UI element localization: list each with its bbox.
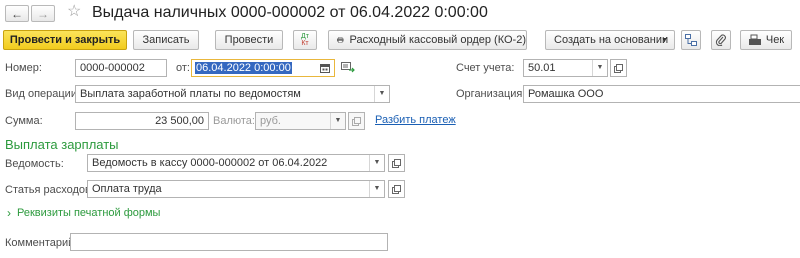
back-button[interactable]: ←: [5, 5, 29, 22]
comment-label: Комментарий:: [5, 237, 78, 249]
currency-open-button: [348, 112, 365, 130]
create-based-on-label: Создать на основании: [554, 34, 669, 46]
arrow-left-icon: ←: [11, 6, 23, 21]
account-open-button[interactable]: [610, 59, 627, 77]
print-form-details-toggle[interactable]: › Реквизиты печатной формы: [7, 206, 160, 220]
statement-label: Ведомость:: [5, 158, 64, 170]
statement-field[interactable]: Ведомость в кассу 0000-000002 от 06.04.2…: [87, 154, 385, 172]
date-field[interactable]: 06.04.2022 0:00:00: [191, 59, 335, 77]
operation-dropdown-button[interactable]: ▼: [374, 86, 389, 102]
currency-dropdown-button: ▼: [330, 113, 345, 129]
date-insert-icon: [341, 62, 355, 73]
organization-field[interactable]: Ромашка ООО: [523, 85, 800, 103]
attach-file-button[interactable]: [711, 30, 731, 50]
favorite-star-icon[interactable]: ☆: [67, 3, 81, 21]
split-payment-link[interactable]: Разбить платеж: [375, 114, 456, 126]
chevron-down-icon: ▼: [334, 117, 342, 124]
expense-item-open-button[interactable]: [388, 180, 405, 198]
document-structure-icon: [685, 34, 697, 46]
operation-field[interactable]: Выплата заработной платы по ведомостям ▼: [75, 85, 390, 103]
operation-value: Выплата заработной платы по ведомостям: [80, 88, 301, 100]
calendar-icon: [320, 64, 330, 73]
open-window-icon: [392, 158, 401, 168]
operation-label: Вид операции:: [5, 88, 81, 100]
chevron-down-icon: ▼: [373, 159, 381, 166]
printer-icon: [337, 37, 344, 43]
number-field[interactable]: 0000-000002: [75, 59, 167, 77]
post-button[interactable]: Провести: [215, 30, 283, 50]
chevron-right-icon: ›: [7, 206, 11, 220]
dt-kt-button[interactable]: Дт Кт: [293, 30, 317, 50]
structure-button[interactable]: [681, 30, 701, 50]
dt-label: Дт: [301, 33, 309, 40]
expense-item-dropdown-button[interactable]: ▼: [369, 181, 384, 197]
amount-label: Сумма:: [5, 115, 43, 127]
open-window-icon: [614, 63, 623, 73]
receipt-label: Чек: [765, 34, 785, 46]
date-label: от:: [176, 62, 190, 74]
statement-dropdown-button[interactable]: ▼: [369, 155, 384, 171]
print-form-details-title: Реквизиты печатной формы: [17, 207, 161, 219]
forward-button[interactable]: →: [31, 5, 55, 22]
print-report-button[interactable]: Расходный кассовый ордер (КО-2): [328, 30, 527, 50]
save-button[interactable]: Записать: [133, 30, 199, 50]
currency-field: руб. ▼: [255, 112, 346, 130]
expense-item-label: Статья расходов:: [5, 184, 94, 196]
dropdown-arrow-icon: ▼: [661, 36, 668, 44]
date-value: 06.04.2022 0:00:00: [195, 62, 292, 74]
statement-open-button[interactable]: [388, 154, 405, 172]
expense-item-value: Оплата труда: [92, 183, 162, 195]
chevron-down-icon: ▼: [373, 185, 381, 192]
chevron-down-icon: ▼: [596, 64, 604, 71]
number-label: Номер:: [5, 62, 42, 74]
account-dropdown-button[interactable]: ▼: [592, 60, 607, 76]
amount-field[interactable]: 23 500,00: [75, 112, 209, 130]
expense-item-field[interactable]: Оплата труда ▼: [87, 180, 385, 198]
page-title: Выдача наличных 0000-000002 от 06.04.202…: [92, 4, 488, 21]
calendar-button[interactable]: [316, 60, 334, 76]
currency-value: руб.: [260, 115, 281, 127]
cash-register-icon: [748, 34, 761, 45]
open-window-icon: [352, 116, 361, 126]
comment-field[interactable]: [70, 233, 388, 251]
currency-label: Валюта:: [213, 115, 255, 127]
account-field[interactable]: 50.01 ▼: [523, 59, 608, 77]
create-based-on-button[interactable]: Создать на основании ▼: [545, 30, 675, 50]
kt-label: Кт: [301, 40, 309, 47]
organization-label: Организация:: [456, 88, 526, 100]
account-label: Счет учета:: [456, 62, 515, 74]
receipt-button[interactable]: Чек: [740, 30, 792, 50]
open-window-icon: [392, 184, 401, 194]
arrow-right-icon: →: [37, 6, 49, 21]
chevron-down-icon: ▼: [378, 90, 386, 97]
salary-section-title: Выплата зарплаты: [5, 137, 119, 152]
print-report-label: Расходный кассовый ордер (КО-2): [349, 34, 526, 46]
statement-value: Ведомость в кассу 0000-000002 от 06.04.2…: [92, 157, 328, 169]
account-value: 50.01: [528, 62, 556, 74]
post-and-close-button[interactable]: Провести и закрыть: [3, 30, 127, 50]
paperclip-icon: [715, 34, 726, 46]
insert-date-button[interactable]: [341, 62, 355, 77]
